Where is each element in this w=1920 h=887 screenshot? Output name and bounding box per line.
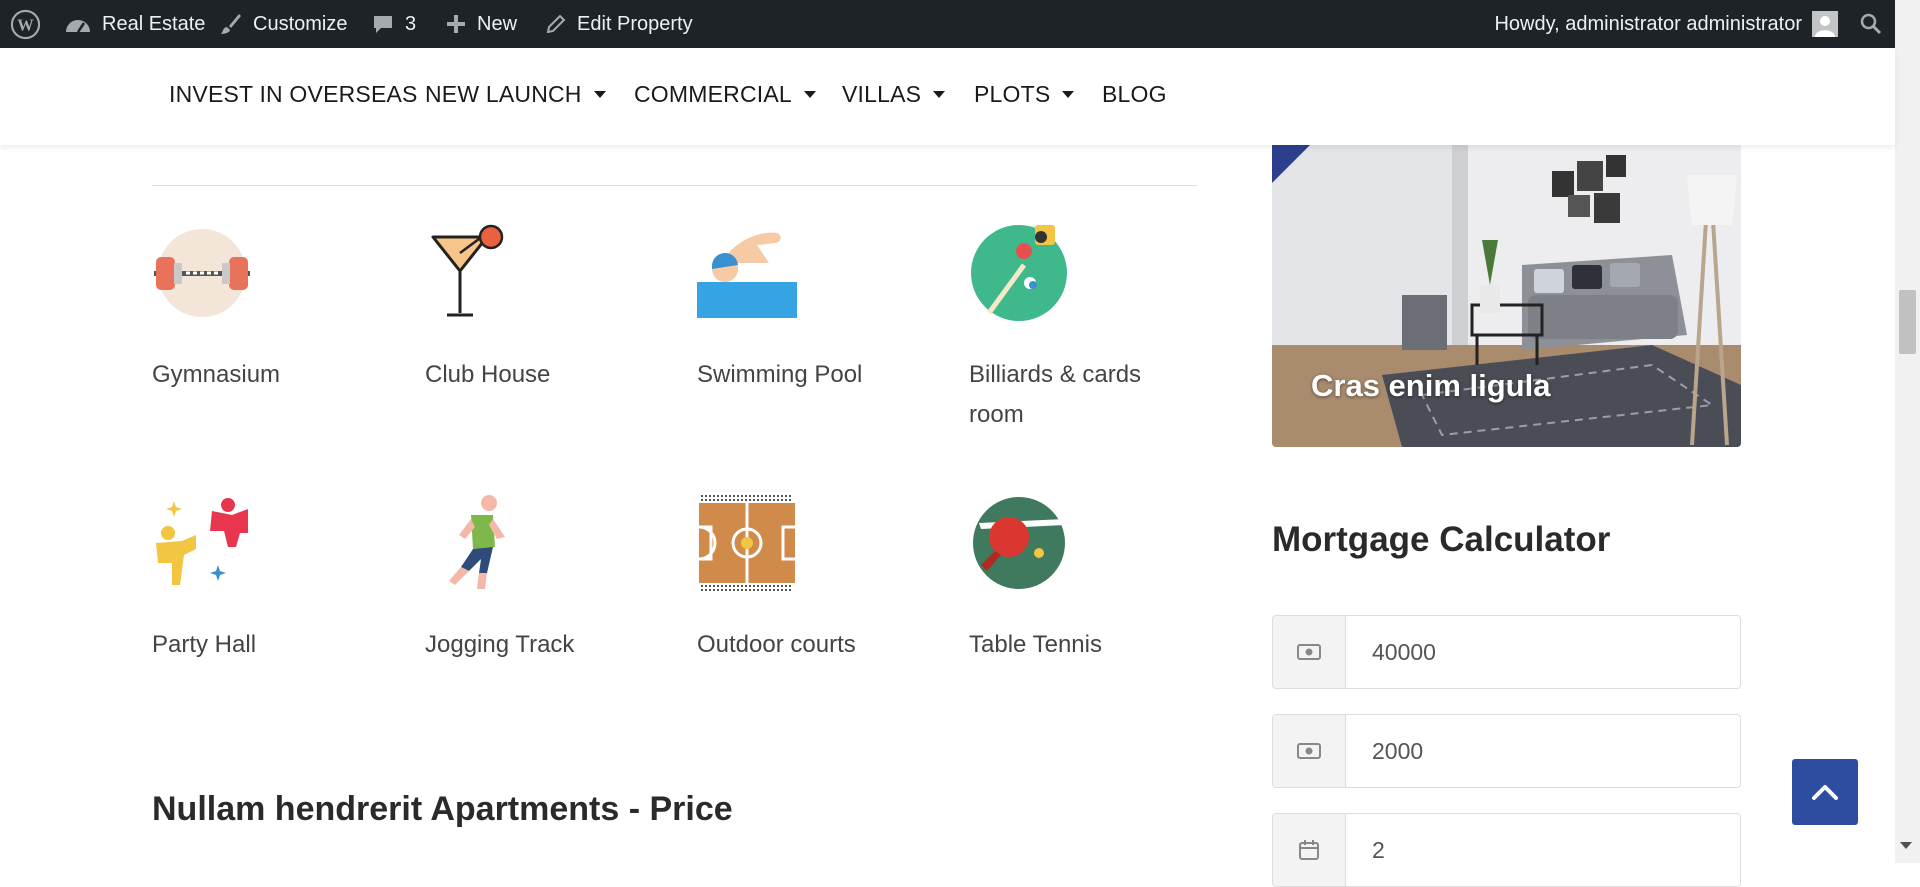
scrollbar-thumb[interactable]: [1899, 290, 1916, 354]
nav-label: BLOG: [1102, 80, 1167, 107]
dancing-people-icon: [156, 498, 248, 585]
amenity-jogging-track: Jogging Track: [425, 493, 685, 658]
my-account-menu[interactable]: Howdy, administrator administrator: [1494, 0, 1838, 48]
svg-text:W: W: [17, 15, 34, 34]
amenity-outdoor-courts: Outdoor courts: [697, 493, 957, 658]
amenity-label: Table Tennis: [969, 631, 1102, 658]
cocktail-icon: [431, 224, 504, 317]
price-section-title: Nullam hendrerit Apartments - Price: [152, 790, 733, 828]
mortgage-calculator-title: Mortgage Calculator: [1272, 520, 1611, 559]
billiards-icon: [971, 225, 1067, 321]
section-divider: [152, 185, 1197, 186]
greeting: Howdy, administrator administrator: [1494, 12, 1802, 35]
nav-label: COMMERCIAL: [634, 80, 792, 107]
scroll-down-arrow-icon[interactable]: [1900, 842, 1912, 849]
amenity-label: Gymnasium: [152, 361, 281, 388]
featured-property-card[interactable]: Cras enim ligula: [1272, 145, 1741, 447]
nav-label: NEW LAUNCH: [425, 80, 582, 107]
runner-icon: [449, 495, 505, 589]
basketball-court-icon: [698, 493, 795, 593]
calendar-icon: [1273, 814, 1346, 886]
amenity-label: Billiards & cards room: [969, 361, 1142, 428]
search-icon[interactable]: [1859, 0, 1883, 48]
featured-caption[interactable]: Cras enim ligula: [1311, 368, 1550, 404]
chevron-up-icon: [1812, 785, 1838, 800]
swimmer-icon: [697, 232, 797, 318]
pencil-icon: [546, 14, 566, 34]
edit-property-link[interactable]: Edit Property: [545, 0, 693, 48]
table-tennis-icon: [973, 497, 1065, 589]
customize-link[interactable]: Customize: [219, 0, 347, 48]
new-content-menu[interactable]: New: [445, 0, 517, 48]
nav-item-commercial[interactable]: COMMERCIAL: [634, 78, 816, 110]
down-payment-input[interactable]: [1346, 715, 1740, 787]
back-to-top-button[interactable]: [1792, 759, 1858, 825]
amenity-label: Jogging Track: [425, 631, 575, 658]
comments-count: 3: [405, 12, 417, 35]
loan-amount-input[interactable]: [1346, 616, 1740, 688]
amenity-party-hall: Party Hall: [152, 493, 412, 658]
amenity-label: Swimming Pool: [697, 361, 863, 388]
comment-bubble-icon: [374, 16, 392, 33]
nav-label: INVEST IN OVERSEAS: [169, 80, 418, 107]
dumbbell-icon: [154, 229, 250, 317]
amenity-billiards: Billiards & cards room: [969, 223, 1229, 428]
nav-item-new-launch[interactable]: NEW LAUNCH: [425, 78, 606, 110]
loan-term-input[interactable]: [1346, 814, 1740, 886]
amenity-label: Outdoor courts: [697, 631, 856, 658]
loan-term-field: [1272, 813, 1741, 887]
loan-amount-field: [1272, 615, 1741, 689]
amenity-label: Party Hall: [152, 631, 257, 658]
down-payment-field: [1272, 714, 1741, 788]
edit-property-label: Edit Property: [577, 12, 693, 35]
site-name-menu[interactable]: Real Estate: [64, 0, 205, 48]
caret-down-icon: [1062, 90, 1075, 98]
amenity-table-tennis: Table Tennis: [969, 493, 1229, 658]
nav-label: PLOTS: [974, 80, 1051, 107]
nav-item-blog[interactable]: BLOG: [1102, 78, 1167, 110]
avatar: [1812, 11, 1838, 37]
caret-down-icon: [803, 90, 816, 98]
main-navigation: INVEST IN OVERSEAS NEW LAUNCH COMMERCIAL…: [0, 48, 1895, 145]
money-icon: [1273, 616, 1346, 688]
amenity-gymnasium: Gymnasium: [152, 223, 412, 388]
nav-item-invest-in-overseas[interactable]: INVEST IN OVERSEAS: [169, 78, 418, 110]
nav-label: VILLAS: [842, 80, 922, 107]
plus-icon: [447, 15, 465, 33]
amenity-label: Club House: [425, 361, 551, 388]
dashboard-icon: [66, 20, 90, 33]
money-icon: [1273, 715, 1346, 787]
caret-down-icon: [933, 90, 946, 98]
featured-ribbon: [1272, 145, 1310, 183]
caret-down-icon: [593, 90, 606, 98]
new-label: New: [477, 12, 518, 35]
nav-item-villas[interactable]: VILLAS: [842, 78, 946, 110]
nav-item-plots[interactable]: PLOTS: [974, 78, 1075, 110]
site-name: Real Estate: [102, 12, 206, 35]
customize-label: Customize: [253, 12, 348, 35]
admin-bar: W Real Estate Customize 3 New Edit Prope…: [0, 0, 1895, 48]
wordpress-logo-icon[interactable]: W: [10, 0, 41, 48]
comments-link[interactable]: 3: [371, 0, 416, 48]
amenity-swimming-pool: Swimming Pool: [697, 223, 957, 388]
brush-icon: [221, 14, 241, 34]
page-scrollbar[interactable]: [1895, 0, 1920, 863]
amenity-club-house: Club House: [425, 223, 685, 388]
